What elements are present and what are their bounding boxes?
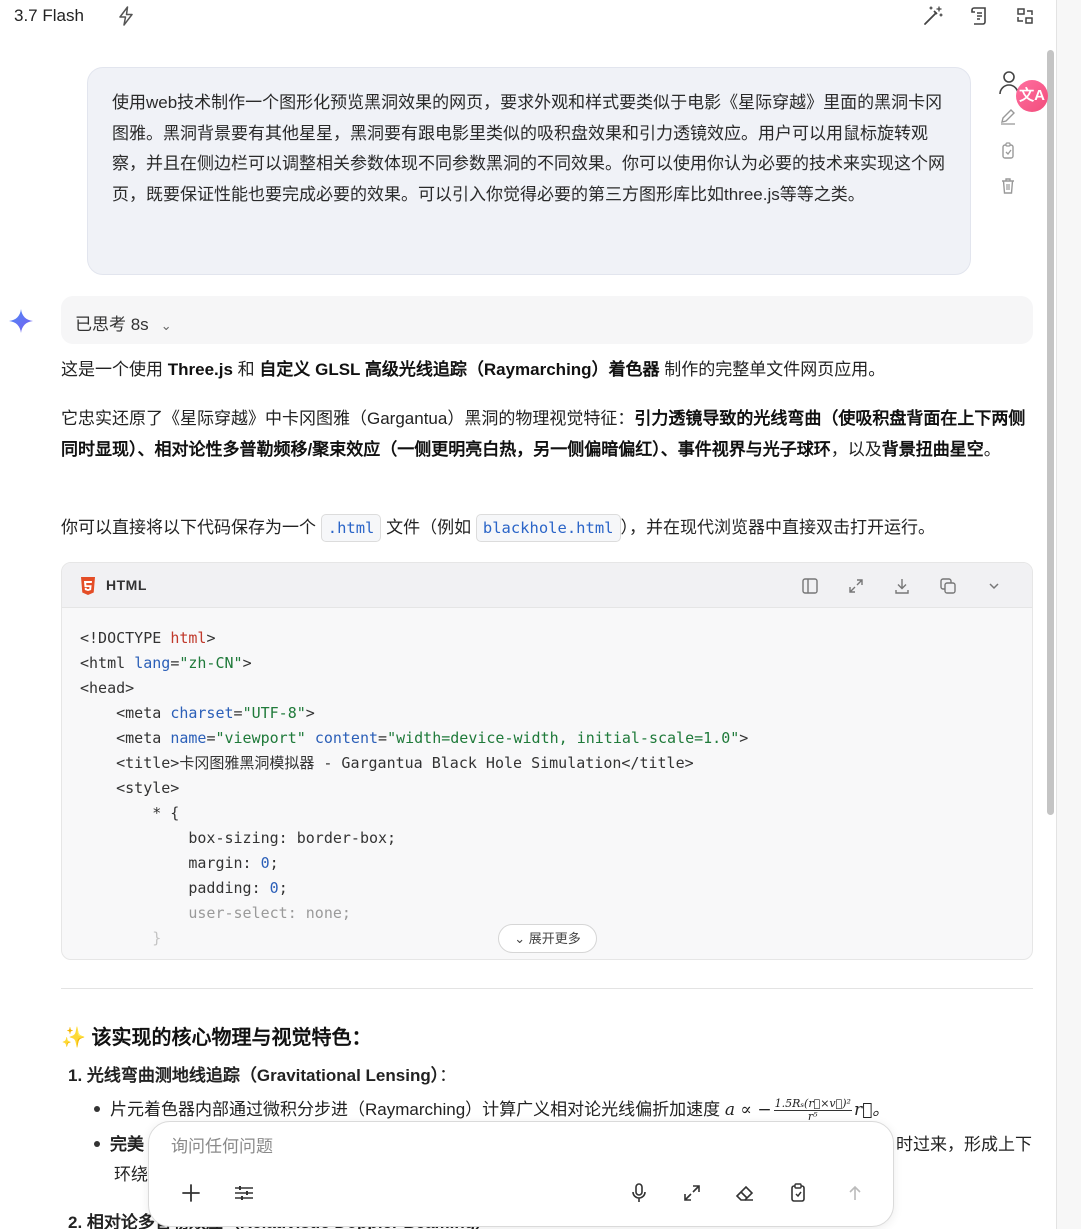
intro-paragraph: 这是一个使用 Three.js 和 自定义 GLSL 高级光线追踪（Raymar…	[61, 360, 886, 379]
chevron-down-icon: ⌄	[160, 318, 172, 333]
top-bar: 3.7 Flash	[0, 0, 1056, 34]
swap-icon[interactable]	[1014, 5, 1036, 27]
expand-more-button[interactable]: ⌄ 展开更多	[498, 924, 597, 953]
chat-composer	[148, 1121, 894, 1227]
chat-input[interactable]	[171, 1134, 771, 1160]
code-block: HTML <!DOCTYPE html> <html lang="zh-CN">…	[61, 562, 1033, 960]
thinking-label: 已思考 8s	[75, 315, 149, 334]
list-item: 完美	[94, 1130, 144, 1161]
features-paragraph: 它忠实还原了《星际穿越》中卡冈图雅（Gargantua）黑洞的物理视觉特征：引力…	[61, 409, 1026, 459]
scroll-icon[interactable]	[968, 5, 990, 27]
scrollbar-thumb[interactable]	[1047, 50, 1054, 815]
ai-sparkle-icon	[8, 308, 34, 334]
list-item-continued: 环绕	[114, 1165, 148, 1184]
inline-code: blackhole.html	[475, 514, 621, 542]
clipboard-icon[interactable]	[786, 1181, 810, 1205]
microphone-icon[interactable]	[627, 1181, 651, 1205]
inline-code: .html	[320, 514, 382, 542]
delete-icon[interactable]	[998, 176, 1020, 198]
fullscreen-icon[interactable]	[680, 1181, 704, 1205]
collapse-chevron-icon[interactable]	[984, 576, 1004, 596]
expand-icon[interactable]	[846, 576, 866, 596]
settings-sliders-icon[interactable]	[232, 1181, 256, 1205]
copy-code-icon[interactable]	[938, 576, 958, 596]
eraser-icon[interactable]	[733, 1181, 757, 1205]
divider	[61, 988, 1033, 989]
html5-icon	[80, 577, 96, 595]
user-message: 使用web技术制作一个图形化预览黑洞效果的网页，要求外观和样式要类似于电影《星际…	[87, 67, 971, 275]
plus-icon[interactable]	[179, 1181, 203, 1205]
list-item: 1. 光线弯曲测地线追踪（Gravitational Lensing）：	[68, 1066, 457, 1085]
copy-icon[interactable]	[998, 141, 1020, 163]
download-icon[interactable]	[892, 576, 912, 596]
section-heading: ✨ 该实现的核心物理与视觉特色：	[61, 1027, 372, 1049]
code-header: HTML	[62, 563, 1032, 608]
send-arrow-icon[interactable]	[843, 1181, 867, 1205]
scrollbar-track[interactable]	[1056, 0, 1081, 1229]
list-item-tail: 时过来，形成上下	[896, 1135, 1032, 1154]
flash-icon[interactable]	[115, 5, 137, 27]
edit-icon[interactable]	[998, 106, 1020, 128]
code-content: <!DOCTYPE html> <html lang="zh-CN"> <hea…	[80, 629, 749, 947]
thinking-toggle[interactable]: 已思考 8s ⌄	[61, 296, 1033, 344]
magic-wand-icon[interactable]	[922, 5, 944, 27]
code-language: HTML	[106, 577, 147, 593]
translate-badge[interactable]: 文A	[1016, 80, 1048, 112]
sidebar-panel-icon[interactable]	[800, 576, 820, 596]
model-selector[interactable]: 3.7 Flash	[14, 6, 84, 26]
usage-paragraph: 你可以直接将以下代码保存为一个 .html 文件（例如 blackhole.ht…	[61, 513, 1033, 544]
